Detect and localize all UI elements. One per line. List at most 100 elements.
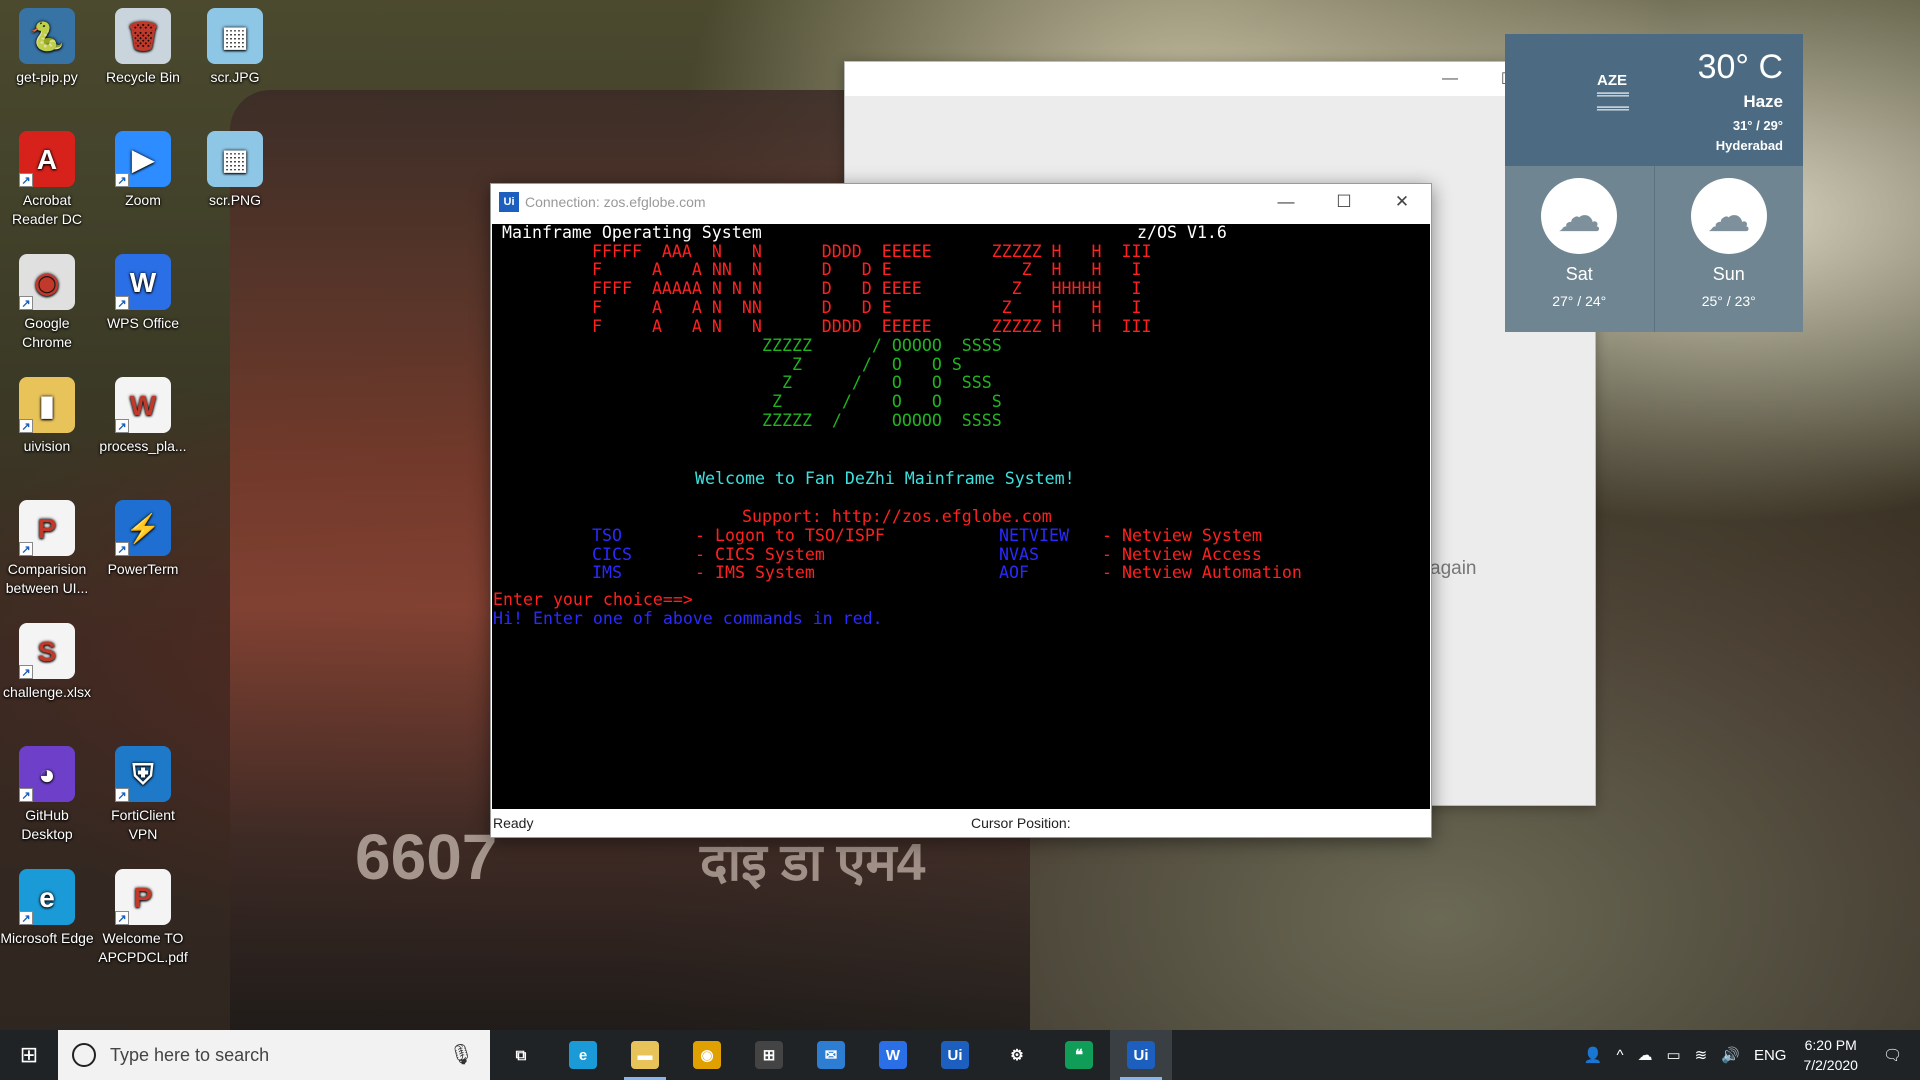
- banner-red-line: F A A N NN D D E Z H H I: [592, 297, 1142, 317]
- terminal-screen[interactable]: Mainframe Operating System z/OS V1.6 FFF…: [492, 223, 1430, 810]
- desktop-icon-label: PowerTerm: [107, 561, 179, 577]
- clock-date: 7/2/2020: [1803, 1057, 1858, 1073]
- wifi-icon[interactable]: ≋: [1695, 1046, 1708, 1064]
- desktop-icon[interactable]: ▦ scr.JPG: [188, 8, 282, 87]
- task-view-icon-glyph: ⧉: [515, 1046, 527, 1064]
- menu-command: IMS: [592, 563, 622, 583]
- desktop-icon[interactable]: P ↗ Comparision between UI...: [0, 500, 94, 598]
- chrome-icon: ◉ ↗: [19, 254, 75, 310]
- word-document-icon: W ↗: [115, 377, 171, 433]
- banner-red-line: F A A NN N D D E Z H H I: [592, 260, 1142, 280]
- status-text: Ready: [493, 815, 534, 831]
- weather-forecast: ☁ Sat 27° / 24° ☁ Sun 25° / 23°: [1505, 166, 1803, 332]
- support-message: Support: http://zos.efglobe.com: [742, 507, 1052, 526]
- desktop-icon[interactable]: ▶ ↗ Zoom: [96, 131, 190, 210]
- menu-command: TSO: [592, 526, 622, 545]
- desktop-icon[interactable]: W ↗ process_pla...: [96, 377, 190, 456]
- desktop-icon-label: get-pip.py: [16, 69, 78, 85]
- desktop-icon[interactable]: A ↗ Acrobat Reader DC: [0, 131, 94, 229]
- desktop-icon[interactable]: ▮ ↗ uivision: [0, 377, 94, 456]
- desktop-icon[interactable]: ◉ ↗ Google Chrome: [0, 254, 94, 352]
- wps-office-icon-glyph: W: [879, 1041, 907, 1069]
- close-icon[interactable]: ✕: [1373, 184, 1431, 220]
- file-explorer-icon[interactable]: ▬: [614, 1030, 676, 1080]
- uipath-robot-icon[interactable]: Ui: [1110, 1030, 1172, 1080]
- maximize-icon[interactable]: ☐: [1315, 184, 1373, 220]
- store-icon[interactable]: ⊞: [738, 1030, 800, 1080]
- desktop-icon[interactable]: ◕ ↗ GitHub Desktop: [0, 746, 94, 844]
- store-icon-glyph: ⊞: [755, 1041, 783, 1069]
- desktop-icon[interactable]: 🗑 Recycle Bin: [96, 8, 190, 87]
- image-file-icon: ▦: [207, 8, 263, 64]
- terminal-window[interactable]: Ui Connection: zos.efglobe.com — ☐ ✕ Mai…: [490, 183, 1432, 838]
- hint-message: Hi! Enter one of above commands in red.: [493, 609, 883, 628]
- people-icon[interactable]: 👤: [1584, 1046, 1603, 1064]
- weather-current[interactable]: AZE ═══ ═══ 30° C Haze 31° / 29° Hyderabad: [1505, 34, 1803, 166]
- terminal-window-titlebar[interactable]: Ui Connection: zos.efglobe.com — ☐ ✕: [491, 184, 1431, 220]
- taskbar-pinned-apps: ⧉ e ▬ ◉ ⊞ ✉ W Ui ⚙ ❝ Ui: [490, 1030, 1172, 1080]
- desktop-icon[interactable]: S ↗ challenge.xlsx: [0, 623, 94, 702]
- desktop-icon[interactable]: P ↗ Welcome TO APCPDCL.pdf: [96, 869, 190, 967]
- mail-icon[interactable]: ✉: [800, 1030, 862, 1080]
- banner-green-line: Z / O O S: [762, 354, 962, 374]
- menu-command: CICS: [592, 544, 632, 564]
- clock-time: 6:20 PM: [1804, 1037, 1857, 1053]
- desktop-icon[interactable]: e ↗ Microsoft Edge: [0, 869, 94, 948]
- robot-icon[interactable]: ⚙: [986, 1030, 1048, 1080]
- banner-red-line: FFFF AAAAA N N N D D EEEE Z HHHHH I: [592, 279, 1142, 299]
- forecast-day[interactable]: ☁ Sat 27° / 24°: [1505, 166, 1654, 332]
- menu-description: - Netview System: [1102, 526, 1262, 545]
- desktop-icon[interactable]: ▦ scr.PNG: [188, 131, 282, 210]
- presentation-file-icon: P ↗: [19, 500, 75, 556]
- windows-start-icon[interactable]: ⊞: [0, 1030, 58, 1080]
- forecast-day-name: Sun: [1712, 264, 1745, 284]
- taskbar-search[interactable]: Type here to search 🎙: [58, 1030, 490, 1080]
- desktop-icon-label: Recycle Bin: [106, 69, 180, 85]
- menu-description: - Netview Automation: [1102, 563, 1302, 583]
- banner-green-line: ZZZZZ / OOOOO SSSS: [762, 410, 1002, 430]
- wallpaper-train-number: 6607: [355, 821, 498, 893]
- clock[interactable]: 6:20 PM 7/2/2020: [1803, 1035, 1858, 1075]
- desktop-icon[interactable]: ⛨ ↗ FortiClient VPN: [96, 746, 190, 844]
- wps-office-icon[interactable]: W: [862, 1030, 924, 1080]
- battery-icon[interactable]: ▭: [1666, 1046, 1680, 1064]
- uipath-studio-icon[interactable]: Ui: [924, 1030, 986, 1080]
- github-desktop-icon: ◕ ↗: [19, 746, 75, 802]
- language-indicator[interactable]: ENG: [1754, 1047, 1787, 1064]
- weather-temperature: 30° C: [1697, 48, 1783, 86]
- weather-widget[interactable]: AZE ═══ ═══ 30° C Haze 31° / 29° Hyderabad…: [1505, 34, 1803, 332]
- onedrive-icon[interactable]: ☁: [1637, 1046, 1652, 1064]
- desktop-icon[interactable]: ⚡ ↗ PowerTerm: [96, 500, 190, 579]
- pdf-file-icon: P ↗: [115, 869, 171, 925]
- minimize-icon[interactable]: —: [1257, 184, 1315, 220]
- spreadsheet-file-icon: S ↗: [19, 623, 75, 679]
- wps-office-icon: W ↗: [115, 254, 171, 310]
- microphone-icon[interactable]: 🎙: [449, 1042, 474, 1067]
- terminal-header-right: z/OS V1.6: [1137, 223, 1227, 242]
- forecast-day[interactable]: ☁ Sun 25° / 23°: [1653, 166, 1804, 332]
- shortcut-arrow-icon: ↗: [115, 419, 129, 433]
- zoom-icon: ▶ ↗: [115, 131, 171, 187]
- shortcut-arrow-icon: ↗: [19, 296, 33, 310]
- notifications-icon[interactable]: 🗨: [1883, 1046, 1902, 1064]
- forticlient-icon: ⛨ ↗: [115, 746, 171, 802]
- desktop-icon-label: Microsoft Edge: [0, 930, 94, 946]
- haze-icon: AZE ═══ ═══: [1597, 72, 1629, 117]
- desktop-icon-label: uivision: [23, 438, 71, 454]
- menu-description: - Logon to TSO/ISPF: [695, 526, 885, 545]
- minimize-icon[interactable]: —: [1421, 62, 1479, 96]
- desktop-icon[interactable]: W ↗ WPS Office: [96, 254, 190, 333]
- banner-red-line: F A A N N DDDD EEEEE ZZZZZ H H III: [592, 316, 1152, 336]
- task-view-icon[interactable]: ⧉: [490, 1030, 552, 1080]
- edge-icon: e ↗: [19, 869, 75, 925]
- edge-icon[interactable]: e: [552, 1030, 614, 1080]
- desktop-icon[interactable]: 🐍 get-pip.py: [0, 8, 94, 87]
- welcome-message: Welcome to Fan DeZhi Mainframe System!: [695, 469, 1075, 488]
- volume-icon[interactable]: 🔊: [1721, 1046, 1740, 1064]
- chevron-up-icon[interactable]: ^: [1616, 1047, 1623, 1064]
- chrome-icon[interactable]: ◉: [676, 1030, 738, 1080]
- weather-partial-label: AZE: [1597, 72, 1627, 89]
- hangouts-icon[interactable]: ❝: [1048, 1030, 1110, 1080]
- background-window-titlebar[interactable]: — ☐ ✕: [845, 62, 1595, 96]
- banner-red-line: FFFFF AAA N N DDDD EEEEE ZZZZZ H H III: [592, 241, 1152, 261]
